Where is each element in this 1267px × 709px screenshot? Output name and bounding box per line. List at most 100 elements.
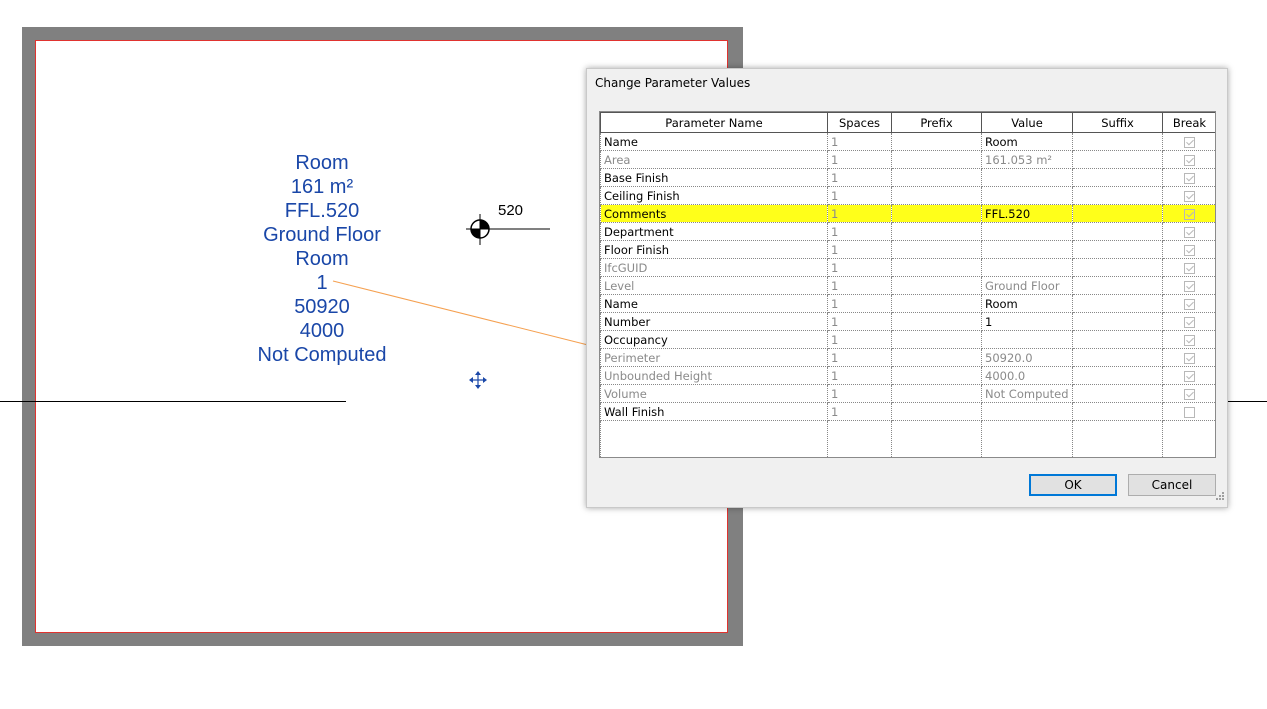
cell-prefix[interactable] xyxy=(891,294,982,313)
cell-suffix[interactable] xyxy=(1072,258,1163,277)
break-checkbox[interactable] xyxy=(1184,280,1195,292)
cell-spaces[interactable]: 1 xyxy=(827,168,892,187)
col-header-break[interactable]: Break xyxy=(1162,112,1215,133)
cell-spaces[interactable]: 1 xyxy=(827,186,892,205)
cell-value[interactable] xyxy=(981,168,1073,187)
cell-suffix[interactable] xyxy=(1072,402,1163,421)
cell-prefix[interactable] xyxy=(891,366,982,385)
resize-grip-icon[interactable] xyxy=(1216,486,1225,505)
cell-suffix[interactable] xyxy=(1072,168,1163,187)
break-checkbox[interactable] xyxy=(1184,316,1195,328)
cell-prefix[interactable] xyxy=(891,330,982,349)
cell-suffix[interactable] xyxy=(1072,132,1163,151)
ok-button[interactable]: OK xyxy=(1029,474,1117,496)
cell-name[interactable]: Ceiling Finish xyxy=(600,186,828,205)
cell-suffix[interactable] xyxy=(1072,348,1163,367)
cell-value[interactable] xyxy=(981,330,1073,349)
cell-name[interactable]: Level xyxy=(600,276,828,295)
parameter-row[interactable]: Volume 1 Not Computed xyxy=(600,384,1215,403)
cell-name[interactable]: Name xyxy=(600,132,828,151)
cell-spaces[interactable]: 1 xyxy=(827,366,892,385)
cell-name[interactable]: Department xyxy=(600,222,828,241)
cell-prefix[interactable] xyxy=(891,312,982,331)
break-checkbox[interactable] xyxy=(1184,244,1195,256)
move-arrows-icon[interactable] xyxy=(469,371,487,394)
cell-suffix[interactable] xyxy=(1072,150,1163,169)
cell-name[interactable]: Volume xyxy=(600,384,828,403)
cell-value[interactable]: Not Computed xyxy=(981,384,1073,403)
cell-prefix[interactable] xyxy=(891,150,982,169)
cell-prefix[interactable] xyxy=(891,276,982,295)
parameter-row[interactable]: Name 1 Room xyxy=(600,132,1215,151)
break-checkbox[interactable] xyxy=(1184,136,1195,148)
col-header-value[interactable]: Value xyxy=(981,112,1073,133)
parameter-row[interactable]: Ceiling Finish 1 xyxy=(600,186,1215,205)
cell-suffix[interactable] xyxy=(1072,366,1163,385)
parameter-row[interactable]: Name 1 Room xyxy=(600,294,1215,313)
cell-name[interactable]: Floor Finish xyxy=(600,240,828,259)
parameter-row[interactable]: Department 1 xyxy=(600,222,1215,241)
cell-suffix[interactable] xyxy=(1072,222,1163,241)
level-target-icon[interactable] xyxy=(466,214,556,253)
cell-value[interactable]: 1 xyxy=(981,312,1073,331)
break-checkbox[interactable] xyxy=(1184,352,1195,364)
cell-value[interactable] xyxy=(981,240,1073,259)
cell-value[interactable]: FFL.520 xyxy=(981,204,1073,223)
cell-name[interactable]: Number xyxy=(600,312,828,331)
parameter-row[interactable]: Base Finish 1 xyxy=(600,168,1215,187)
parameter-grid[interactable]: Parameter Name Spaces Prefix Value Suffi… xyxy=(599,111,1216,458)
cell-suffix[interactable] xyxy=(1072,186,1163,205)
cell-name[interactable]: Unbounded Height xyxy=(600,366,828,385)
cell-value[interactable] xyxy=(981,222,1073,241)
cell-value[interactable] xyxy=(981,186,1073,205)
cell-spaces[interactable]: 1 xyxy=(827,330,892,349)
parameter-row[interactable]: Comments 1 FFL.520 xyxy=(600,204,1215,223)
cell-value[interactable]: Room xyxy=(981,294,1073,313)
cell-spaces[interactable]: 1 xyxy=(827,222,892,241)
cell-spaces[interactable]: 1 xyxy=(827,402,892,421)
cell-prefix[interactable] xyxy=(891,240,982,259)
cell-spaces[interactable]: 1 xyxy=(827,204,892,223)
cell-name[interactable]: IfcGUID xyxy=(600,258,828,277)
break-checkbox[interactable] xyxy=(1184,262,1195,274)
parameter-row[interactable]: Wall Finish 1 xyxy=(600,402,1215,421)
col-header-spaces[interactable]: Spaces xyxy=(827,112,892,133)
break-checkbox[interactable] xyxy=(1184,172,1195,184)
parameter-row[interactable]: IfcGUID 1 xyxy=(600,258,1215,277)
cell-value[interactable]: 50920.0 xyxy=(981,348,1073,367)
parameter-row[interactable]: Level 1 Ground Floor xyxy=(600,276,1215,295)
cell-suffix[interactable] xyxy=(1072,240,1163,259)
level-elevation-label[interactable]: 520 xyxy=(498,202,523,219)
cell-suffix[interactable] xyxy=(1072,312,1163,331)
cell-spaces[interactable]: 1 xyxy=(827,384,892,403)
cell-name[interactable]: Occupancy xyxy=(600,330,828,349)
cell-name[interactable]: Wall Finish xyxy=(600,402,828,421)
parameter-row[interactable]: Floor Finish 1 xyxy=(600,240,1215,259)
cell-prefix[interactable] xyxy=(891,348,982,367)
cell-name[interactable]: Base Finish xyxy=(600,168,828,187)
cell-suffix[interactable] xyxy=(1072,276,1163,295)
cell-value[interactable]: 161.053 m² xyxy=(981,150,1073,169)
break-checkbox[interactable] xyxy=(1184,208,1195,220)
cell-prefix[interactable] xyxy=(891,402,982,421)
cell-suffix[interactable] xyxy=(1072,204,1163,223)
cell-suffix[interactable] xyxy=(1072,330,1163,349)
cell-suffix[interactable] xyxy=(1072,384,1163,403)
cell-spaces[interactable]: 1 xyxy=(827,150,892,169)
cell-spaces[interactable]: 1 xyxy=(827,132,892,151)
break-checkbox[interactable] xyxy=(1184,226,1195,238)
cell-suffix[interactable] xyxy=(1072,294,1163,313)
cell-spaces[interactable]: 1 xyxy=(827,258,892,277)
cell-prefix[interactable] xyxy=(891,132,982,151)
cell-prefix[interactable] xyxy=(891,168,982,187)
cancel-button[interactable]: Cancel xyxy=(1128,474,1216,496)
col-header-suffix[interactable]: Suffix xyxy=(1072,112,1163,133)
cell-name[interactable]: Comments xyxy=(600,204,828,223)
cell-value[interactable]: Ground Floor xyxy=(981,276,1073,295)
break-checkbox[interactable] xyxy=(1184,298,1195,310)
cell-prefix[interactable] xyxy=(891,204,982,223)
col-header-prefix[interactable]: Prefix xyxy=(891,112,982,133)
break-checkbox[interactable] xyxy=(1184,388,1195,400)
cell-spaces[interactable]: 1 xyxy=(827,312,892,331)
cell-value[interactable]: Room xyxy=(981,132,1073,151)
